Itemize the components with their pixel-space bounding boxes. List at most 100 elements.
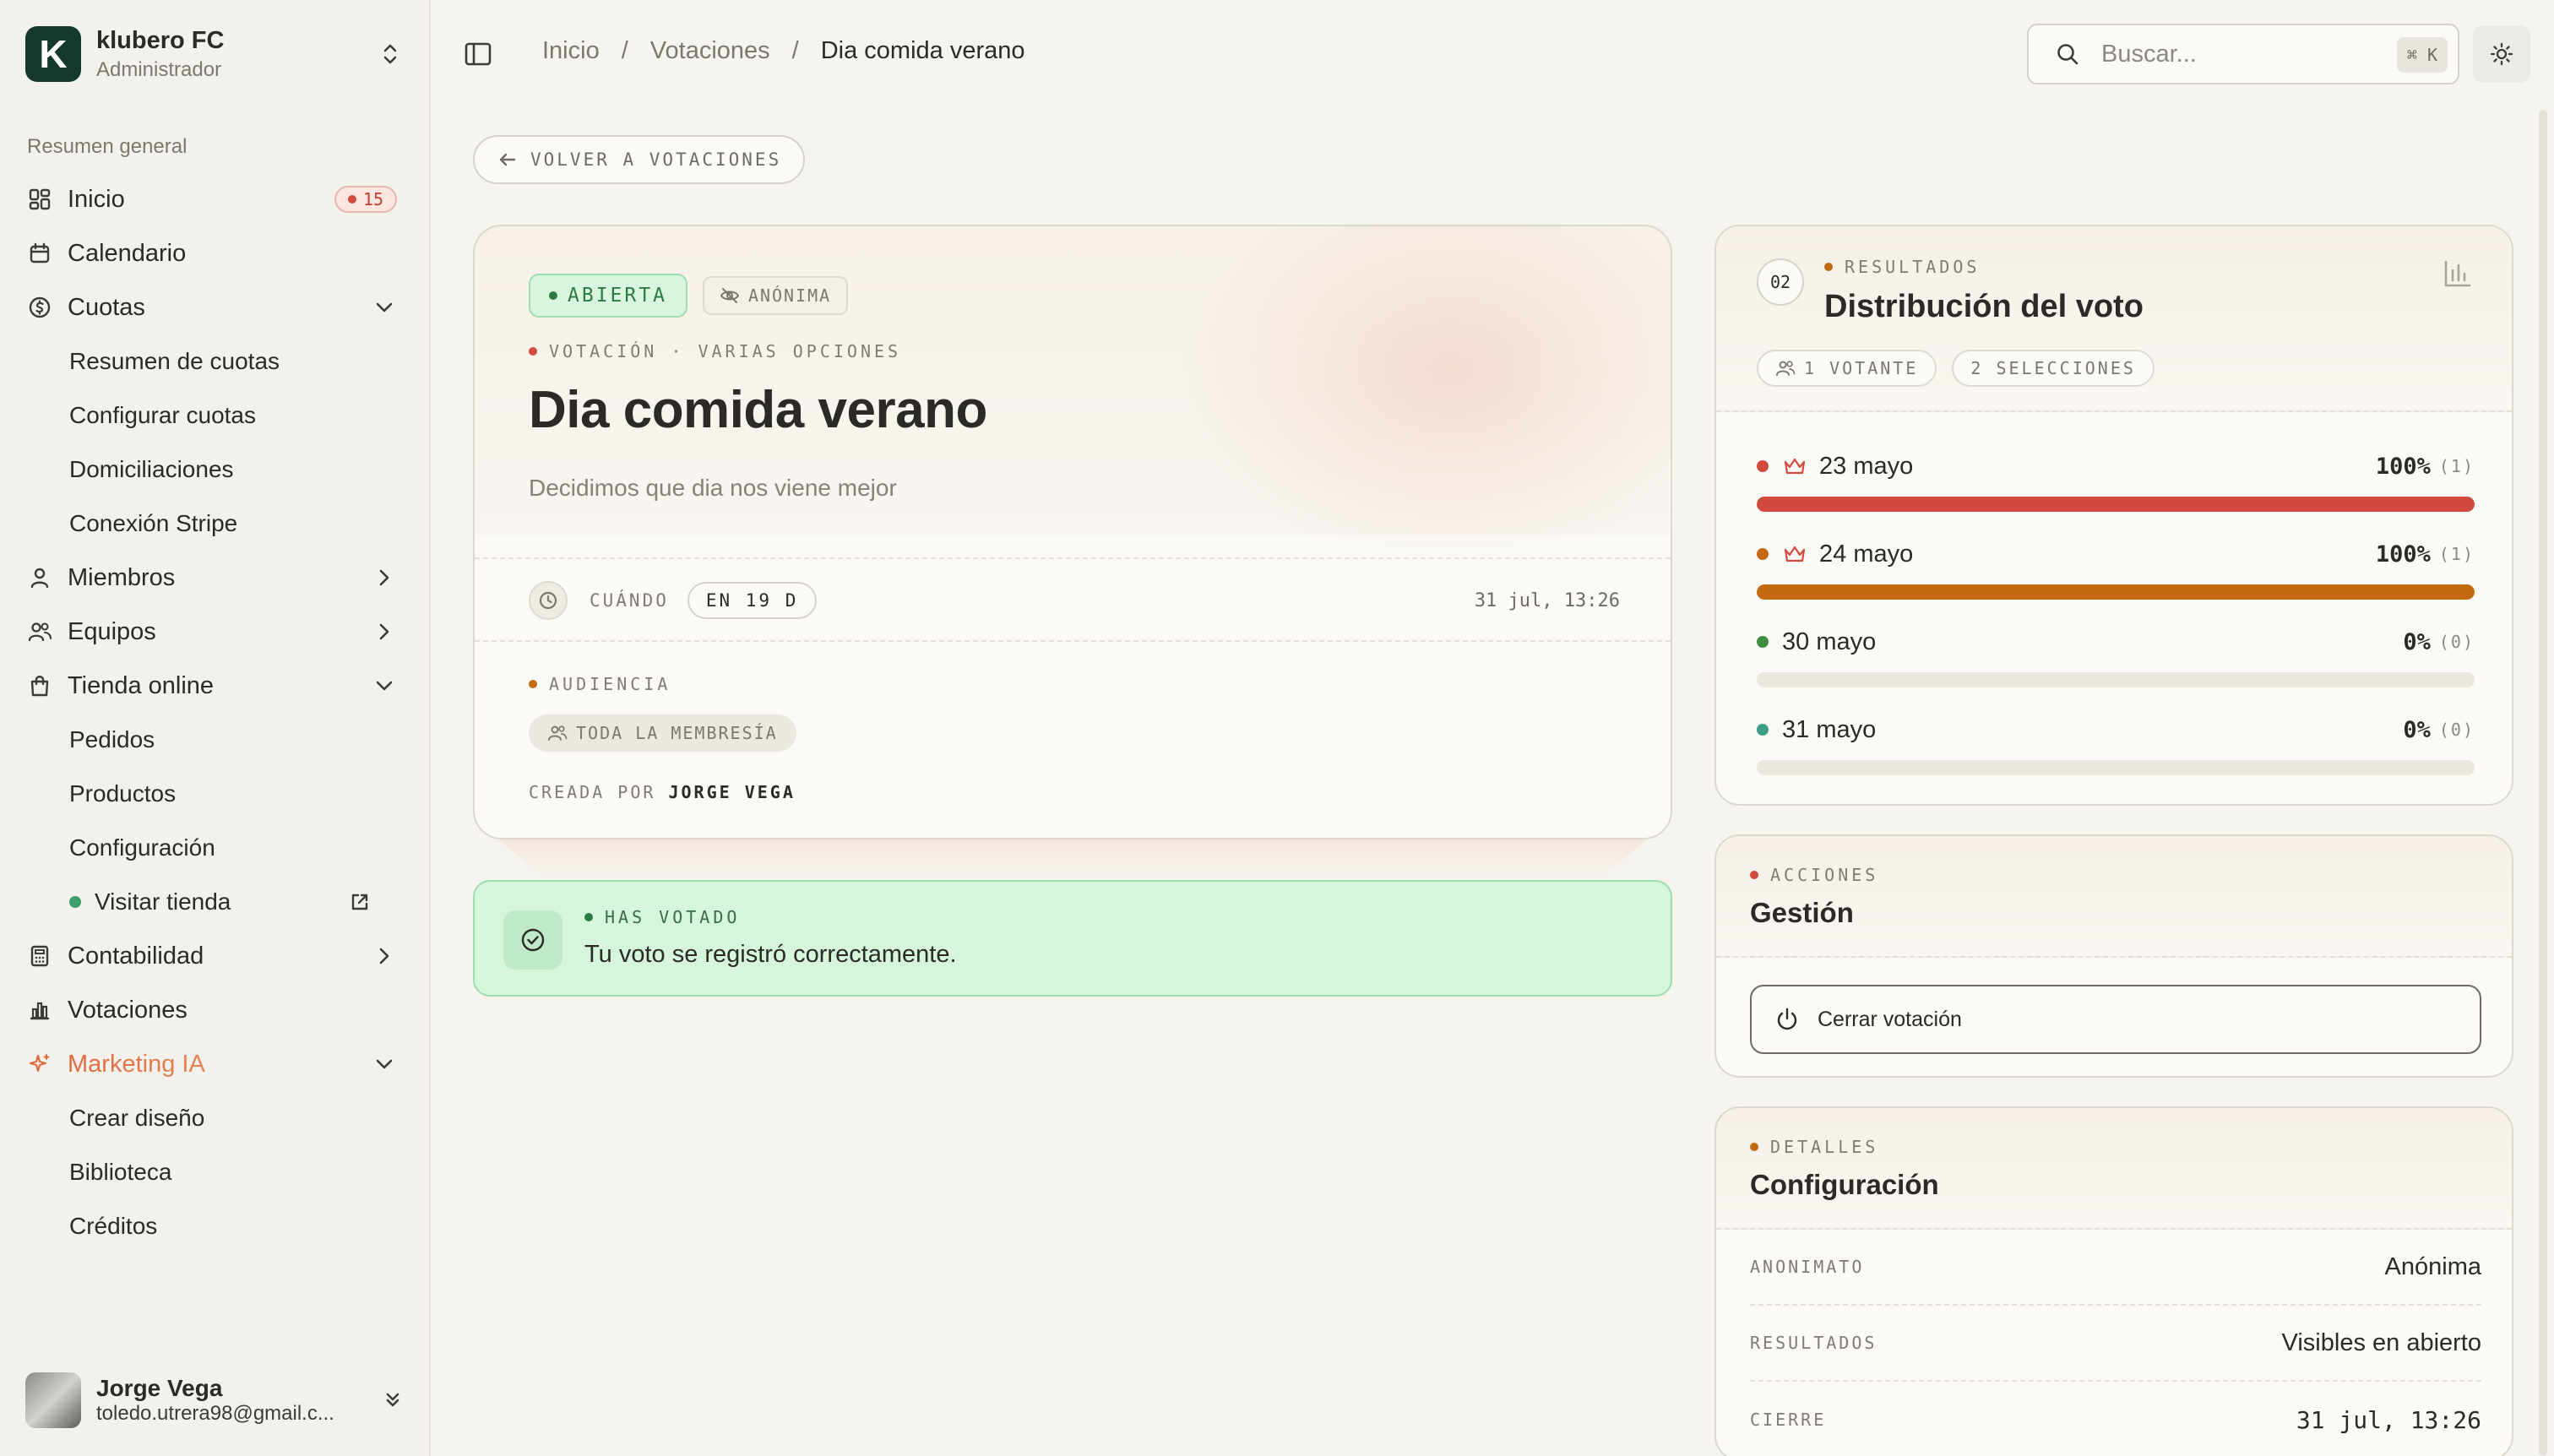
sidebar-item-equipos[interactable]: Equipos	[0, 605, 431, 659]
sidebar-subitem-productos[interactable]: Productos	[0, 767, 431, 821]
sidebar-item-calendario[interactable]: Calendario	[0, 226, 431, 280]
vote-kicker-text: VOTACIÓN · VARIAS OPCIONES	[549, 341, 902, 361]
section-number: 02	[1757, 258, 1804, 306]
sidebar-item-label: Votaciones	[68, 996, 187, 1024]
option-count: (1)	[2438, 456, 2475, 476]
voted-message: Tu voto se registró correctamente.	[584, 941, 957, 968]
option-count: (0)	[2438, 720, 2475, 740]
topbar: Inicio / Votaciones / Dia comida verano …	[432, 0, 2554, 110]
close-vote-button[interactable]: Cerrar votación	[1750, 985, 2481, 1054]
search-input[interactable]	[2101, 40, 2372, 68]
sidebar-subitem-resumen-cuotas[interactable]: Resumen de cuotas	[0, 334, 431, 388]
shortcut-hint: ⌘ K	[2396, 37, 2448, 73]
audience-kicker: AUDIENCIA	[529, 674, 671, 694]
chevron-down-icon[interactable]	[372, 295, 397, 320]
breadcrumb: Inicio / Votaciones / Dia comida verano	[542, 37, 1025, 65]
chevron-down-icon[interactable]	[372, 1051, 397, 1077]
sidebar-item-label: Inicio	[68, 185, 125, 213]
user-icon	[27, 565, 52, 590]
power-icon	[1777, 1008, 1797, 1030]
eye-off-icon	[720, 288, 740, 303]
sidebar-nav: Inicio 15 Calendario Cuotas Resumen de c…	[0, 172, 431, 1253]
detail-value: Anónima	[2384, 1252, 2481, 1280]
chevron-right-icon[interactable]	[372, 565, 397, 590]
org-switcher[interactable]: K klubero FC Administrador	[25, 24, 405, 84]
chevron-up-down-icon[interactable]	[375, 39, 405, 69]
sidebar-subitem-configuracion[interactable]: Configuración	[0, 821, 431, 875]
when-row: CUÁNDO EN 19 D 31 jul, 13:26	[529, 579, 1620, 622]
chevrons-down-icon[interactable]	[380, 1388, 405, 1413]
sidebar-item-label: Calendario	[68, 239, 187, 267]
breadcrumb-current: Dia comida verano	[820, 37, 1025, 64]
sidebar-item-miembros[interactable]: Miembros	[0, 551, 431, 605]
sidebar-item-label: Miembros	[68, 563, 176, 591]
actions-title: Gestión	[1750, 897, 1854, 928]
chevron-right-icon[interactable]	[372, 619, 397, 644]
sidebar-item-contabilidad[interactable]: Contabilidad	[0, 929, 431, 983]
sidebar-item-label: Equipos	[68, 617, 156, 645]
voted-kicker-text: HAS VOTADO	[605, 907, 741, 927]
actions-panel: ACCIONES Gestión Cerrar votación	[1714, 834, 2513, 1078]
user-menu[interactable]: Jorge Vega toledo.utrera98@gmail.c...	[25, 1370, 405, 1431]
search-box[interactable]: ⌘ K	[2027, 24, 2459, 84]
notification-badge: 15	[334, 186, 397, 213]
details-panel: DETALLES Configuración ANONIMATO Anónima…	[1714, 1106, 2513, 1456]
sidebar-subitem-conexion-stripe[interactable]: Conexión Stripe	[0, 497, 431, 551]
back-to-votes-button[interactable]: VOLVER A VOTACIONES	[473, 135, 806, 184]
when-date: 31 jul, 13:26	[1474, 589, 1620, 611]
users-icon	[548, 725, 568, 741]
sidebar-item-label: Marketing IA	[68, 1051, 372, 1078]
creator-name: JORGE VEGA	[668, 782, 796, 802]
scrollbar[interactable]	[2539, 110, 2547, 1456]
results-header: 02 RESULTADOS Distribución del voto 1 VO…	[1716, 226, 2512, 412]
results-title: Distribución del voto	[1824, 289, 2144, 324]
actions-header: ACCIONES Gestión	[1716, 836, 2512, 958]
breadcrumb-votaciones[interactable]: Votaciones	[650, 37, 770, 65]
chevron-down-icon[interactable]	[372, 673, 397, 698]
results-kicker: RESULTADOS	[1824, 257, 1980, 277]
visit-store-label: Visitar tienda	[95, 888, 231, 915]
sidebar-toggle-icon[interactable]	[461, 37, 495, 71]
sidebar-item-label: Tienda online	[68, 671, 215, 699]
detail-value: 31 jul, 13:26	[2296, 1405, 2481, 1434]
sidebar-subitem-domiciliaciones[interactable]: Domiciliaciones	[0, 443, 431, 497]
theme-toggle-button[interactable]	[2473, 25, 2530, 83]
detail-row-results: RESULTADOS Visibles en abierto	[1750, 1306, 2481, 1382]
sidebar-subitem-biblioteca[interactable]: Biblioteca	[0, 1145, 431, 1199]
option-color-dot	[1757, 548, 1769, 560]
sidebar-subitem-configurar-cuotas[interactable]: Configurar cuotas	[0, 388, 431, 443]
dollar-circle-icon	[27, 295, 52, 320]
vote-tags: ABIERTA ANÓNIMA	[529, 274, 849, 318]
chevron-right-icon[interactable]	[372, 943, 397, 969]
option-count: (0)	[2438, 632, 2475, 652]
sidebar: K klubero FC Administrador Resumen gener…	[0, 0, 431, 1456]
sidebar-subitem-crear-diseno[interactable]: Crear diseño	[0, 1091, 431, 1145]
detail-key: CIERRE	[1750, 1410, 1827, 1430]
sidebar-item-inicio[interactable]: Inicio 15	[0, 172, 431, 226]
sidebar-subitem-visitar-tienda[interactable]: Visitar tienda	[0, 875, 431, 929]
results-options: 23 mayo 100% (1) 24 mayo 100% (1) 30 may…	[1757, 449, 2475, 801]
option-label: 31 mayo	[1782, 715, 1877, 743]
sidebar-item-cuotas[interactable]: Cuotas	[0, 280, 431, 334]
divider	[475, 640, 1671, 642]
bar-chart-icon	[27, 997, 52, 1023]
badge-count-text: 15	[362, 189, 383, 209]
vote-title: Dia comida verano	[529, 381, 987, 439]
sidebar-subitem-pedidos[interactable]: Pedidos	[0, 713, 431, 767]
app-root: K klubero FC Administrador Resumen gener…	[0, 0, 2554, 1456]
audience-text: TODA LA MEMBRESÍA	[576, 723, 778, 743]
audience-badge: TODA LA MEMBRESÍA	[529, 714, 796, 752]
sidebar-item-votaciones[interactable]: Votaciones	[0, 983, 431, 1037]
vote-description: Decidimos que dia nos viene mejor	[529, 475, 897, 501]
voted-confirmation: HAS VOTADO Tu voto se registró correctam…	[473, 880, 1672, 997]
sidebar-item-marketing[interactable]: Marketing IA	[0, 1037, 431, 1091]
option-percent: 0%	[2403, 628, 2431, 655]
breadcrumb-inicio[interactable]: Inicio	[542, 37, 600, 65]
result-option: 24 mayo 100% (1)	[1757, 537, 2475, 625]
sidebar-item-tienda[interactable]: Tienda online	[0, 659, 431, 713]
detail-row-close: CIERRE 31 jul, 13:26	[1750, 1382, 2481, 1456]
users-icon	[27, 619, 52, 644]
check-circle-icon	[503, 910, 562, 970]
sidebar-subitem-creditos[interactable]: Créditos	[0, 1199, 431, 1253]
details-header: DETALLES Configuración	[1716, 1108, 2512, 1230]
